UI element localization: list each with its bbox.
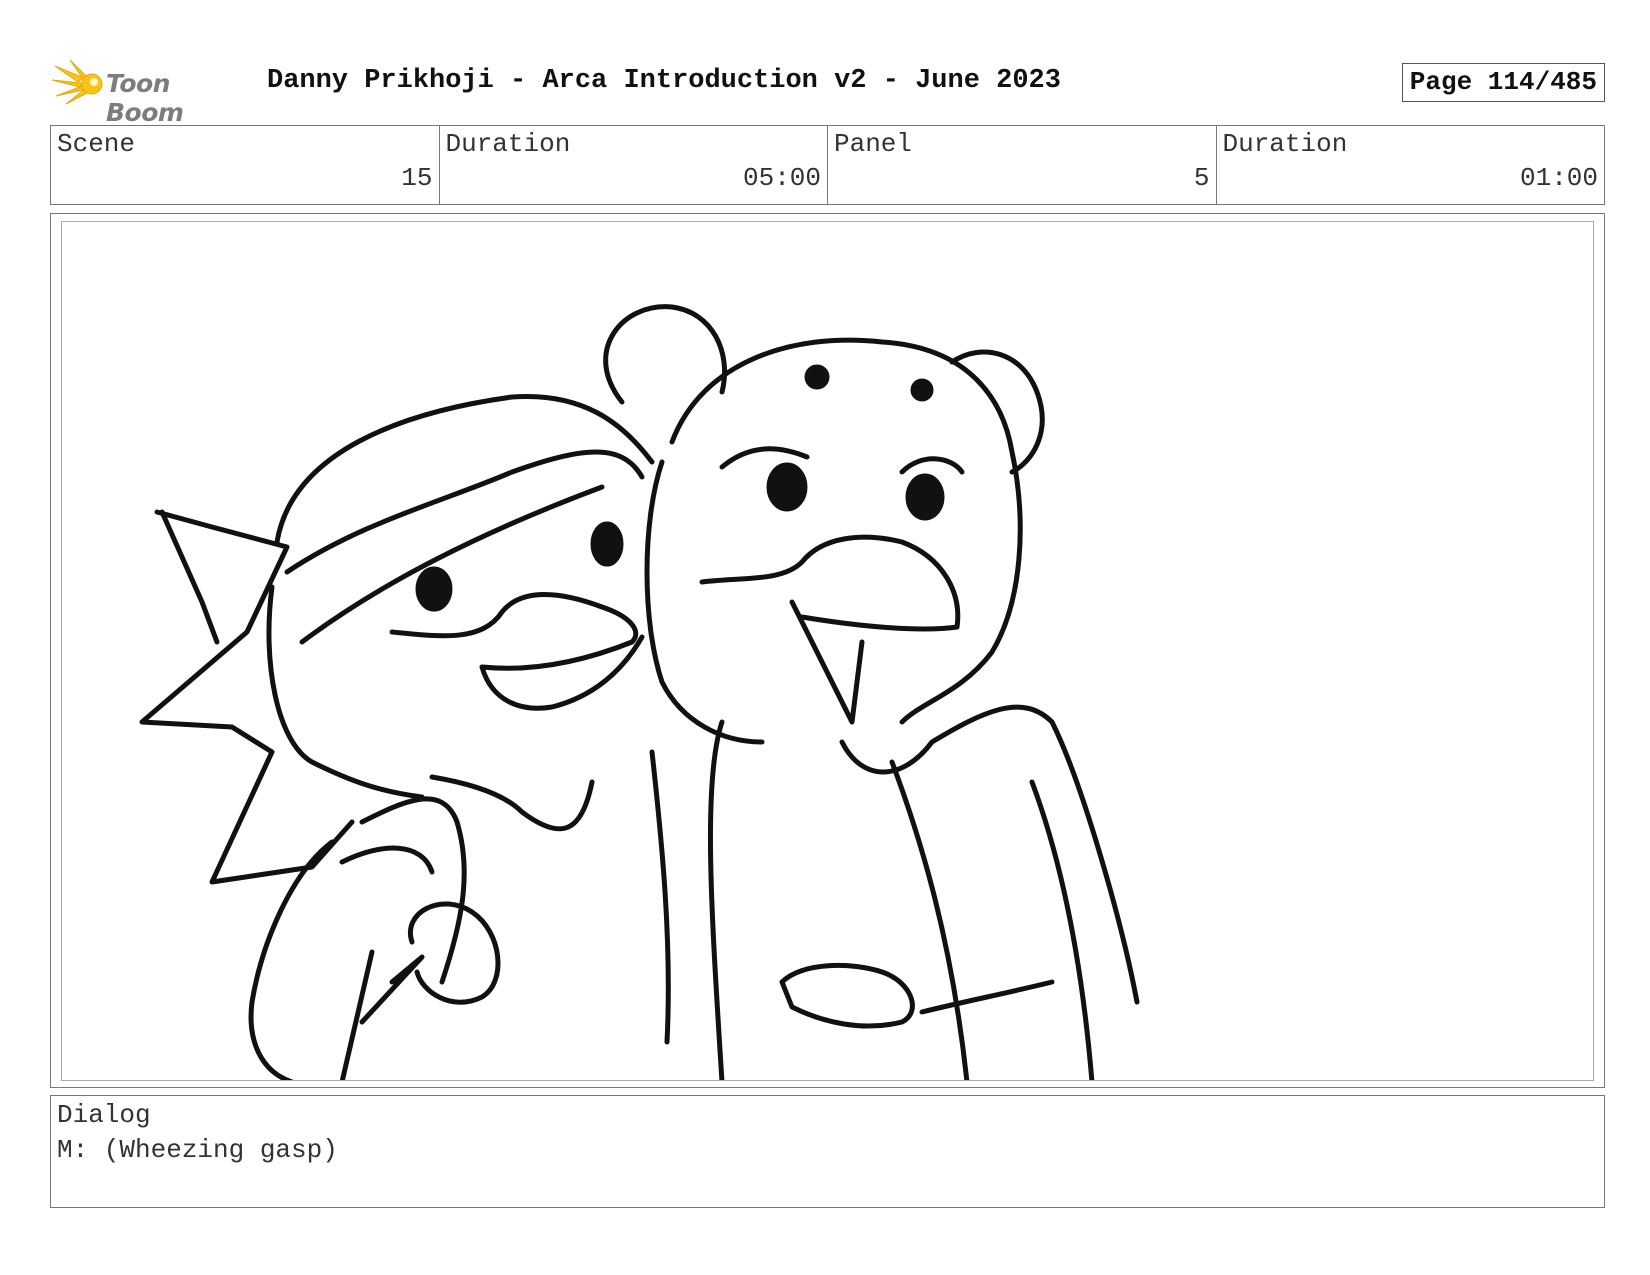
- page-header: Toon Boom Danny Prikhoji - Arca Introduc…: [50, 55, 1605, 127]
- left-character-eye-left: [415, 566, 453, 612]
- panel-duration-value: 01:00: [1519, 163, 1598, 193]
- toon-boom-logo: Toon Boom: [50, 58, 250, 127]
- storyboard-panel-image: [61, 221, 1594, 1081]
- scene-duration-value: 05:00: [742, 163, 821, 193]
- panel-value: 5: [1193, 163, 1210, 193]
- scene-value: 15: [401, 163, 433, 193]
- right-character-eye-right: [905, 473, 945, 521]
- scene-label: Scene: [57, 129, 136, 159]
- right-character-head: [669, 337, 1023, 725]
- star-burst-icon: [51, 59, 103, 105]
- scene-duration-cell: Duration 05:00: [440, 126, 828, 204]
- left-character-head: [274, 393, 655, 545]
- scene-duration-label: Duration: [445, 129, 571, 159]
- logo-text: Toon Boom: [106, 69, 184, 127]
- dialog-label: Dialog: [57, 1100, 151, 1130]
- scene-cell: Scene 15: [51, 126, 440, 204]
- scene-info-row: Scene 15 Duration 05:00 Panel 5 Duration…: [50, 125, 1605, 205]
- panel-label: Panel: [834, 129, 913, 159]
- page-number: Page 114/485: [1401, 63, 1605, 102]
- panel-duration-label: Duration: [1222, 129, 1348, 159]
- left-character-eye-right: [590, 521, 624, 567]
- panel-cell: Panel 5: [828, 126, 1217, 204]
- right-character-eye-left: [766, 462, 808, 512]
- right-character-body: [707, 719, 725, 1080]
- right-character-beak: [699, 534, 961, 632]
- panel-duration-cell: Duration 01:00: [1217, 126, 1605, 204]
- dialog-text: M: (Wheezing gasp): [57, 1135, 338, 1165]
- left-character-hair: [139, 509, 355, 885]
- dialog-box: Dialog M: (Wheezing gasp): [50, 1095, 1605, 1208]
- character-sketch: [139, 304, 1140, 1080]
- left-character-hand: [407, 901, 501, 1005]
- right-character-hand: [779, 963, 915, 1029]
- document-title: Danny Prikhoji - Arca Introduction v2 - …: [267, 66, 1061, 96]
